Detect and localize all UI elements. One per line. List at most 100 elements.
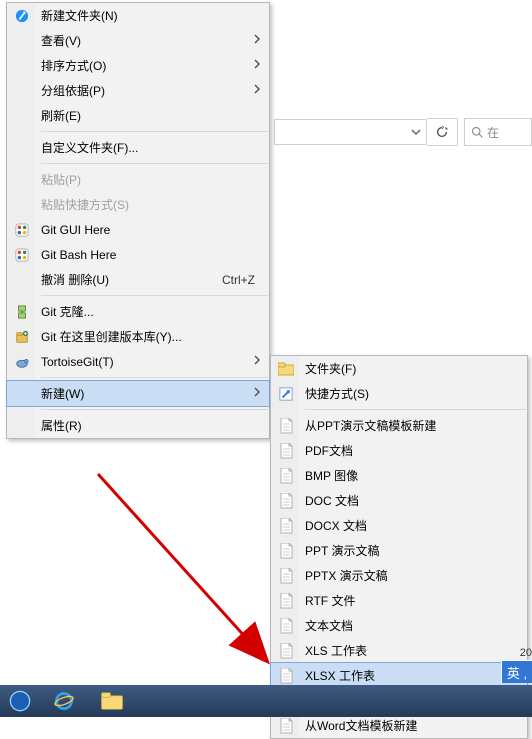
menu-item[interactable]: 从PPT演示文稿模板新建 xyxy=(271,413,527,438)
menu-item[interactable]: 文本文档 xyxy=(271,613,527,638)
menu-item-label: PPTX 演示文稿 xyxy=(305,567,388,584)
menu-item-label: BMP 图像 xyxy=(305,467,358,484)
explorer-toolbar: 在 xyxy=(270,116,532,148)
menu-item: 粘贴(P) xyxy=(7,167,269,192)
menu-item-label: 撤消 删除(U) xyxy=(41,271,109,288)
menu-separator xyxy=(305,409,526,410)
menu-item[interactable]: XLS 工作表 xyxy=(271,638,527,663)
git-create-icon xyxy=(13,328,31,346)
menu-item-label: 粘贴快捷方式(S) xyxy=(41,196,129,213)
menu-separator xyxy=(41,163,268,164)
chevron-right-icon xyxy=(253,84,261,94)
date-fragment: 20 xyxy=(520,647,532,659)
menu-item-label: 刷新(E) xyxy=(41,107,81,124)
menu-item-label: 快捷方式(S) xyxy=(305,385,369,402)
menu-item-label: 从Word文档模板新建 xyxy=(305,717,417,734)
menu-item[interactable]: 快捷方式(S) xyxy=(271,381,527,406)
chevron-down-icon[interactable] xyxy=(406,120,426,144)
git-clone-icon xyxy=(13,303,31,321)
doc-icon xyxy=(277,442,295,460)
doc-icon xyxy=(277,592,295,610)
menu-separator xyxy=(41,131,268,132)
search-box[interactable]: 在 xyxy=(464,118,532,146)
new-blue-icon xyxy=(13,7,31,25)
menu-item[interactable]: 新建文件夹(N) xyxy=(7,3,269,28)
menu-item-label: TortoiseGit(T) xyxy=(41,355,114,369)
menu-item-label: 新建文件夹(N) xyxy=(41,7,118,24)
menu-item-label: 自定义文件夹(F)... xyxy=(41,139,138,156)
search-placeholder: 在 xyxy=(487,124,499,141)
blank-icon xyxy=(13,271,31,289)
menu-item[interactable]: TortoiseGit(T) xyxy=(7,349,269,374)
menu-item[interactable]: 新建(W) xyxy=(7,381,269,406)
doc-icon xyxy=(277,517,295,535)
menu-item-label: RTF 文件 xyxy=(305,592,355,609)
menu-item-label: PDF文档 xyxy=(305,442,353,459)
taskbar-ie-button[interactable] xyxy=(40,685,88,717)
menu-item[interactable]: 属性(R) xyxy=(7,413,269,438)
doc-icon xyxy=(277,567,295,585)
menu-item-label: DOC 文档 xyxy=(305,492,359,509)
menu-item[interactable]: Git 克隆... xyxy=(7,299,269,324)
menu-item[interactable]: 查看(V) xyxy=(7,28,269,53)
menu-item-label: 属性(R) xyxy=(41,417,82,434)
menu-item-label: Git GUI Here xyxy=(41,223,110,237)
menu-item[interactable]: BMP 图像 xyxy=(271,463,527,488)
menu-item-label: XLS 工作表 xyxy=(305,642,367,659)
menu-item[interactable]: PPTX 演示文稿 xyxy=(271,563,527,588)
menu-item-label: Git 克隆... xyxy=(41,303,94,320)
menu-item[interactable]: Git Bash Here xyxy=(7,242,269,267)
doc-icon xyxy=(277,492,295,510)
context-menu: 新建文件夹(N) 查看(V)排序方式(O)分组依据(P) 刷新(E) 自定义文件夹(F… xyxy=(6,2,270,439)
chevron-right-icon xyxy=(253,355,261,365)
taskbar-explorer-button[interactable] xyxy=(88,685,136,717)
menu-item[interactable]: DOCX 文档 xyxy=(271,513,527,538)
doc-icon xyxy=(277,717,295,735)
chevron-right-icon xyxy=(253,59,261,69)
menu-separator xyxy=(41,377,268,378)
menu-item-label: Git Bash Here xyxy=(41,248,116,262)
menu-item-label: PPT 演示文稿 xyxy=(305,542,379,559)
menu-item[interactable]: 刷新(E) xyxy=(7,103,269,128)
git-gui-icon xyxy=(13,221,31,239)
chevron-right-icon xyxy=(253,387,261,397)
menu-item-label: 文本文档 xyxy=(305,617,353,634)
menu-item[interactable]: DOC 文档 xyxy=(271,488,527,513)
blank-icon xyxy=(13,139,31,157)
doc-icon xyxy=(277,417,295,435)
menu-separator xyxy=(41,295,268,296)
menu-item-label: 新建(W) xyxy=(41,385,84,402)
menu-item-hotkey: Ctrl+Z xyxy=(222,273,255,287)
taskbar xyxy=(0,685,532,717)
start-button[interactable] xyxy=(0,685,40,717)
menu-item[interactable]: PDF文档 xyxy=(271,438,527,463)
refresh-button[interactable] xyxy=(427,118,458,146)
menu-item-label: Git 在这里创建版本库(Y)... xyxy=(41,328,182,345)
blank-icon xyxy=(13,57,31,75)
menu-item[interactable]: 自定义文件夹(F)... xyxy=(7,135,269,160)
blank-icon xyxy=(13,196,31,214)
blank-icon xyxy=(13,417,31,435)
doc-icon xyxy=(277,667,295,685)
ime-indicator[interactable]: 英 , xyxy=(501,660,532,683)
menu-item[interactable]: PPT 演示文稿 xyxy=(271,538,527,563)
tortoise-icon xyxy=(13,353,31,371)
menu-item-label: 粘贴(P) xyxy=(41,171,81,188)
menu-item[interactable]: RTF 文件 xyxy=(271,588,527,613)
menu-item[interactable]: 文件夹(F) xyxy=(271,356,527,381)
menu-item-label: 文件夹(F) xyxy=(305,360,356,377)
doc-icon xyxy=(277,542,295,560)
menu-item[interactable]: Git 在这里创建版本库(Y)... xyxy=(7,324,269,349)
chevron-right-icon xyxy=(253,34,261,44)
menu-item[interactable]: 排序方式(O) xyxy=(7,53,269,78)
menu-item[interactable]: 撤消 删除(U) Ctrl+Z xyxy=(7,267,269,292)
menu-item[interactable]: Git GUI Here xyxy=(7,217,269,242)
folder-icon xyxy=(277,360,295,378)
new-submenu: 文件夹(F) 快捷方式(S) 从PPT演示文稿模板新建 PDF文档 BMP 图像 DOC … xyxy=(270,355,528,739)
address-bar[interactable] xyxy=(274,119,427,145)
menu-item[interactable]: 分组依据(P) xyxy=(7,78,269,103)
doc-icon xyxy=(277,617,295,635)
menu-item: 粘贴快捷方式(S) xyxy=(7,192,269,217)
doc-icon xyxy=(277,642,295,660)
menu-item-label: DOCX 文档 xyxy=(305,517,367,534)
